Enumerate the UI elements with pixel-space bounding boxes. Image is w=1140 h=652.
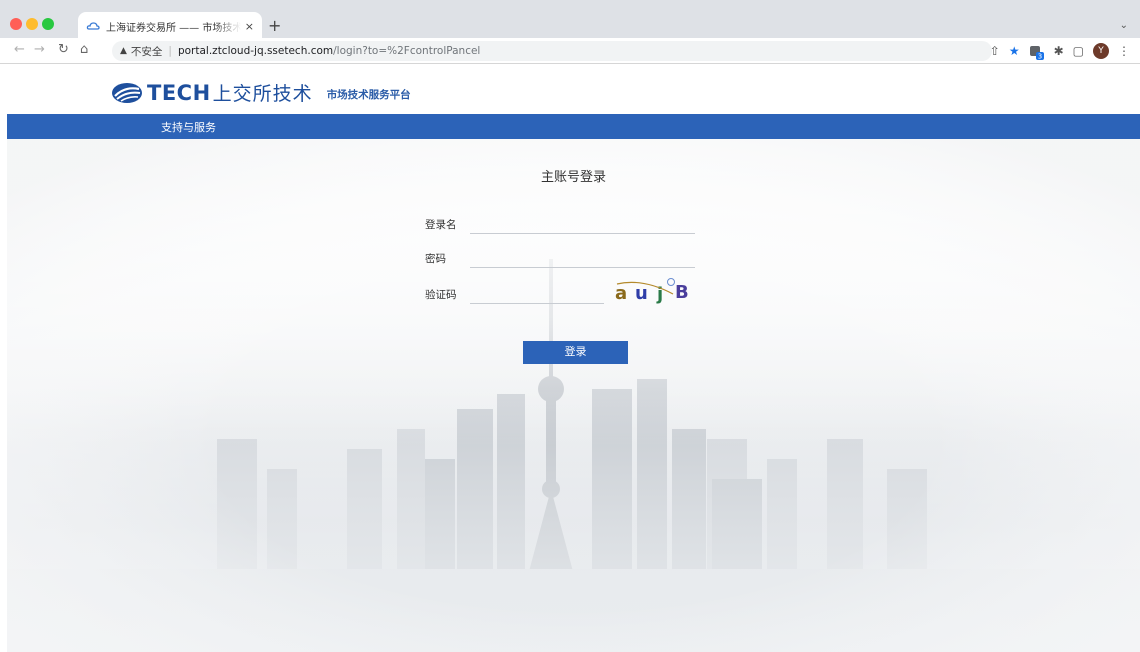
extension-badge-count: 3 xyxy=(1037,52,1041,60)
logo-cn-text: 上交所技术 xyxy=(212,83,313,105)
close-window-button[interactable] xyxy=(10,18,22,30)
login-button[interactable]: 登录 xyxy=(523,341,628,364)
insecure-label[interactable]: 不安全 xyxy=(131,44,163,59)
site-header: TECH 上交所技术 市场技术服务平台 xyxy=(7,64,1140,114)
bookmark-star-icon[interactable]: ★ xyxy=(1009,41,1020,61)
site-logo[interactable]: TECH 上交所技术 市场技术服务平台 xyxy=(111,79,411,106)
share-icon[interactable]: ⇧ xyxy=(990,41,1000,61)
forward-icon[interactable]: → xyxy=(34,42,45,58)
back-icon[interactable]: ← xyxy=(14,42,25,58)
captcha-char-b: B xyxy=(675,282,689,303)
login-title: 主账号登录 xyxy=(540,170,606,185)
tab-title: 上海证券交易所 —— 市场技术服 xyxy=(106,22,241,34)
browser-toolbar: ← → ↻ ⌂ ▲ 不安全 | portal.ztcloud-jq.ssetec… xyxy=(0,38,1140,64)
puzzle-icon[interactable]: ✱ xyxy=(1054,41,1064,61)
page: TECH 上交所技术 市场技术服务平台 支持与服务 主账号登录 登录名 密码 验… xyxy=(7,64,1140,652)
logo-latin-text: TECH xyxy=(147,80,211,105)
captcha-char-a: a xyxy=(615,283,627,304)
browser-tab[interactable]: 上海证券交易所 —— 市场技术服 × xyxy=(78,12,262,40)
captcha-char-u: u xyxy=(635,283,648,304)
cloud-favicon-icon xyxy=(86,22,100,30)
password-label: 密码 xyxy=(425,253,446,265)
password-input[interactable] xyxy=(470,246,695,268)
sidepanel-icon[interactable]: ▢ xyxy=(1073,41,1084,61)
captcha-input[interactable] xyxy=(470,282,604,304)
captcha-image[interactable]: a u j B xyxy=(613,276,697,306)
tab-close-icon[interactable]: × xyxy=(245,20,254,33)
reload-icon[interactable]: ↻ xyxy=(58,42,69,58)
address-bar[interactable]: ▲ 不安全 | portal.ztcloud-jq.ssetech.com /l… xyxy=(112,41,992,61)
captcha-noise-circle xyxy=(667,278,675,286)
username-label: 登录名 xyxy=(425,219,457,231)
captcha-label: 验证码 xyxy=(425,289,457,301)
profile-icon[interactable]: Y xyxy=(1093,43,1109,59)
home-icon[interactable]: ⌂ xyxy=(80,42,88,58)
username-input[interactable] xyxy=(470,212,695,234)
tab-strip: 上海证券交易所 —— 市场技术服 × + ⌄ xyxy=(0,6,1140,40)
browser-chrome: 上海证券交易所 —— 市场技术服 × + ⌄ ← → ↻ ⌂ ▲ 不安全 | p… xyxy=(0,0,1140,64)
extension-icon[interactable]: 3 xyxy=(1029,41,1045,61)
url-path[interactable]: /login?to=%2FcontrolPancel xyxy=(333,45,480,57)
toolbar-icons: ⇧ ★ 3 ✱ ▢ Y ⋮ xyxy=(990,41,1130,61)
main-nav: 支持与服务 xyxy=(7,114,1140,139)
menu-icon[interactable]: ⋮ xyxy=(1118,41,1130,61)
platform-subtitle: 市场技术服务平台 xyxy=(326,89,411,101)
tab-search-icon[interactable]: ⌄ xyxy=(1120,20,1128,31)
logo-swirl-icon xyxy=(112,82,142,103)
url-host[interactable]: portal.ztcloud-jq.ssetech.com xyxy=(178,45,333,57)
extension-badge-icon: 3 xyxy=(1029,45,1044,60)
nav-item-support[interactable]: 支持与服务 xyxy=(161,119,216,135)
maximize-window-button[interactable] xyxy=(42,18,54,30)
warning-icon[interactable]: ▲ xyxy=(120,46,127,56)
new-tab-button[interactable]: + xyxy=(268,18,281,34)
omnibox-divider: | xyxy=(168,45,172,57)
minimize-window-button[interactable] xyxy=(26,18,38,30)
